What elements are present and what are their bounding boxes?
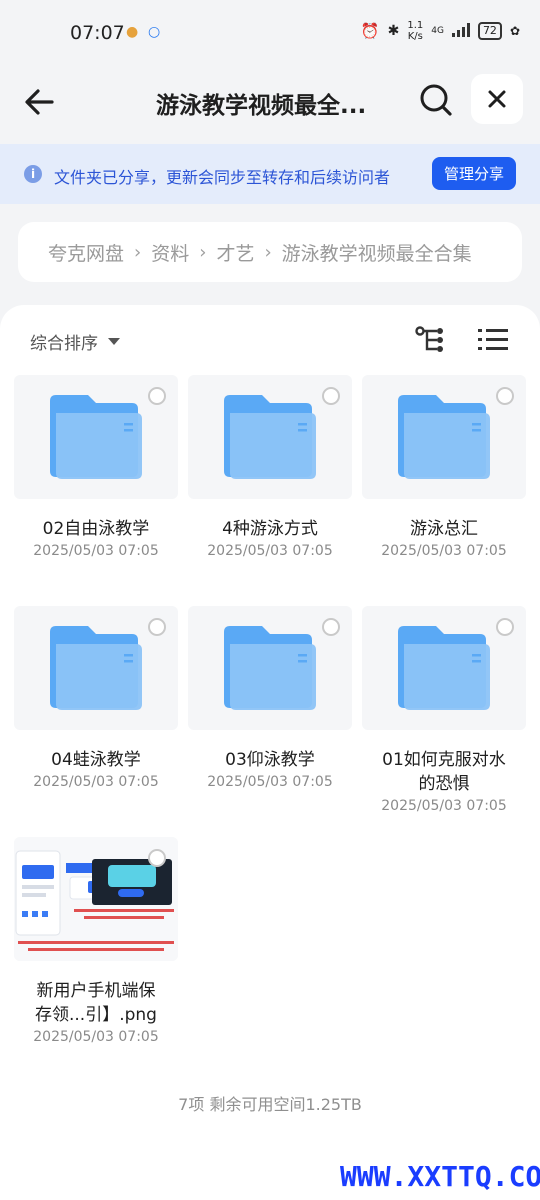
- folder-thumbnail: [14, 606, 178, 730]
- select-checkbox[interactable]: [322, 387, 340, 405]
- file-name: 4种游泳方式: [222, 519, 318, 539]
- sort-dropdown[interactable]: 综合排序: [30, 329, 120, 354]
- sort-label: 综合排序: [30, 334, 98, 354]
- notification-icon: ●: [126, 24, 139, 40]
- file-name-line: 新用户手机端保: [36, 981, 156, 1001]
- close-button[interactable]: [471, 74, 523, 124]
- select-checkbox[interactable]: [496, 387, 514, 405]
- file-name: 02自由泳教学: [42, 519, 150, 539]
- share-notice-text: 文件夹已分享，更新会同步至转存和后续访问者: [54, 168, 391, 187]
- tree-view-button[interactable]: [414, 325, 446, 355]
- bluetooth-icon: ✱: [387, 23, 400, 39]
- file-date: 2025/05/03 07:05: [33, 1029, 159, 1045]
- folder-thumbnail: [14, 375, 178, 499]
- file-name-line: 的恐惧: [418, 774, 470, 794]
- select-checkbox[interactable]: [496, 618, 514, 636]
- file-date: 2025/05/03 07:05: [381, 543, 507, 559]
- breadcrumb-item-current[interactable]: 游泳教学视频最全合集: [282, 239, 472, 266]
- file-name: 游泳总汇: [410, 519, 478, 539]
- chat-icon: ○: [148, 24, 161, 40]
- manage-share-button[interactable]: 管理分享: [432, 157, 516, 190]
- breadcrumb-item-root[interactable]: 夸克网盘: [48, 239, 124, 266]
- file-name: 新用户手机端保 存领...引】.png: [14, 979, 178, 1027]
- status-right: ⏰ ✱ 1.1 K/s 4G 72 ✿: [361, 20, 520, 42]
- folder-thumbnail: [362, 606, 526, 730]
- list-icon: [478, 329, 508, 350]
- search-button[interactable]: [416, 80, 456, 120]
- search-icon: [420, 84, 452, 116]
- list-view-button[interactable]: [478, 327, 508, 353]
- watermark-text: WWW.XXTTQ.COM: [340, 1160, 540, 1193]
- tree-structure-icon: [415, 326, 443, 352]
- file-date: 2025/05/03 07:05: [33, 774, 159, 790]
- chevron-right-icon: ›: [199, 241, 207, 263]
- storage-summary: 7项 剩余可用空间1.25TB: [178, 1095, 362, 1114]
- close-icon: [488, 90, 506, 108]
- share-notice-banner: i 文件夹已分享，更新会同步至转存和后续访问者 管理分享: [0, 144, 540, 204]
- select-checkbox[interactable]: [148, 387, 166, 405]
- file-name: 03仰泳教学: [225, 750, 315, 770]
- chevron-right-icon: ›: [264, 241, 272, 263]
- folder-thumbnail: [188, 606, 352, 730]
- image-thumbnail: [14, 837, 178, 961]
- file-date: 2025/05/03 07:05: [381, 798, 507, 814]
- folder-thumbnail: [188, 375, 352, 499]
- status-time: 07:07: [70, 22, 125, 44]
- file-name: 01如何克服对水 的恐惧: [362, 748, 526, 796]
- file-grid-item[interactable]: 04蛙泳教学 2025/05/03 07:05: [14, 606, 178, 790]
- file-grid-item[interactable]: 新用户手机端保 存领...引】.png 2025/05/03 07:05: [14, 837, 178, 1045]
- net-speed: 1.1 K/s: [407, 20, 424, 42]
- file-name-line: 存领...引】.png: [35, 1005, 157, 1025]
- back-button[interactable]: [20, 82, 60, 122]
- file-date: 2025/05/03 07:05: [207, 543, 333, 559]
- file-grid-item[interactable]: 游泳总汇 2025/05/03 07:05: [362, 375, 526, 559]
- file-date: 2025/05/03 07:05: [207, 774, 333, 790]
- caret-down-icon: [108, 338, 120, 345]
- select-checkbox[interactable]: [148, 849, 166, 867]
- signal-icon: [451, 22, 470, 40]
- page-title: 游泳教学视频最全...: [156, 93, 367, 119]
- file-grid-item[interactable]: 02自由泳教学 2025/05/03 07:05: [14, 375, 178, 559]
- select-checkbox[interactable]: [322, 618, 340, 636]
- arrow-left-icon: [25, 89, 54, 115]
- folder-thumbnail: [362, 375, 526, 499]
- file-name-line: 01如何克服对水: [382, 750, 506, 770]
- select-checkbox[interactable]: [148, 618, 166, 636]
- leaf-icon: ✿: [509, 24, 520, 38]
- network-label: 4G: [431, 26, 444, 36]
- breadcrumb-item-materials[interactable]: 资料: [151, 239, 189, 266]
- file-grid-item[interactable]: 03仰泳教学 2025/05/03 07:05: [188, 606, 352, 790]
- chevron-right-icon: ›: [134, 241, 142, 263]
- alarm-icon: ⏰: [360, 22, 380, 40]
- file-grid-item[interactable]: 4种游泳方式 2025/05/03 07:05: [188, 375, 352, 559]
- breadcrumb: 夸克网盘 › 资料 › 才艺 › 游泳教学视频最全合集: [18, 222, 522, 282]
- breadcrumb-item-talent[interactable]: 才艺: [216, 239, 254, 266]
- file-date: 2025/05/03 07:05: [33, 543, 159, 559]
- header: 游泳教学视频最全...: [0, 66, 540, 142]
- file-grid-item[interactable]: 01如何克服对水 的恐惧 2025/05/03 07:05: [362, 606, 526, 814]
- status-bar: 07:07 ● ○ ⏰ ✱ 1.1 K/s 4G 72 ✿: [0, 0, 540, 66]
- info-icon: i: [24, 165, 42, 183]
- file-name: 04蛙泳教学: [51, 750, 141, 770]
- battery-icon: 72: [477, 22, 502, 40]
